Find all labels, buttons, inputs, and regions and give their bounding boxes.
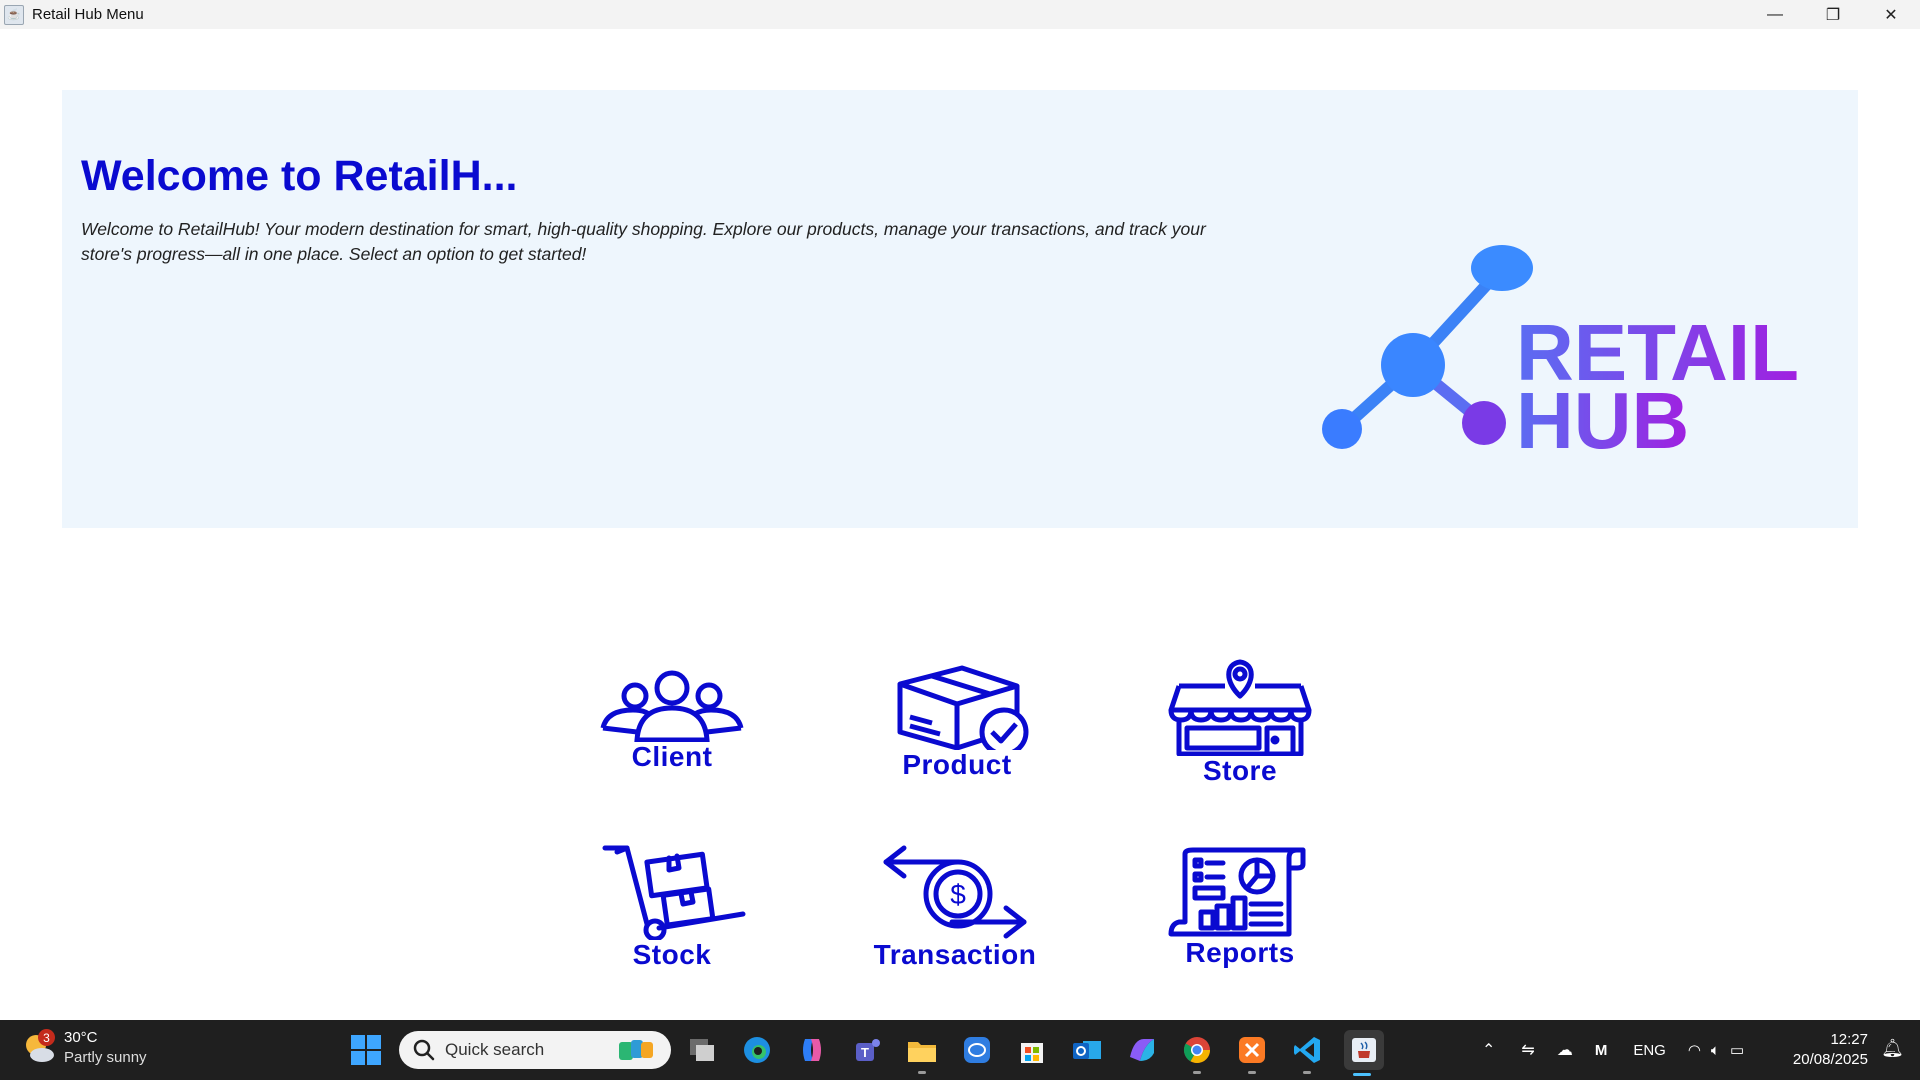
clock-date: 20/08/2025	[1792, 1051, 1868, 1068]
file-explorer-icon	[908, 1042, 936, 1062]
store-app-button[interactable]	[1014, 1032, 1050, 1068]
retail-hub-logo: RETAIL HUB	[1322, 245, 1799, 465]
task-view-icon	[690, 1039, 714, 1061]
chevron-up-icon[interactable]: ⌃	[1482, 1040, 1495, 1060]
search-highlight-icon	[619, 1040, 653, 1060]
weather-badge: 3	[38, 1029, 55, 1046]
svg-text:T: T	[861, 1045, 869, 1060]
java-app-button[interactable]	[1344, 1030, 1384, 1076]
client-menu-button[interactable]: Client	[592, 668, 752, 772]
product-label: Product	[902, 749, 1012, 780]
package-check-icon	[897, 665, 1029, 750]
system-tray: ⌃ ⇋ ☁ M ENG ◠ 🔈︎ ▭	[1468, 1020, 1744, 1080]
store-app-icon	[1021, 1043, 1043, 1063]
reports-label: Reports	[1185, 937, 1295, 968]
weather-temp: 30°C	[64, 1029, 98, 1046]
clock-time: 12:27	[1830, 1031, 1868, 1048]
teams-icon: T	[856, 1039, 880, 1061]
start-button[interactable]	[351, 1035, 381, 1065]
volume-icon[interactable]: 🔈︎	[1711, 1042, 1720, 1059]
clock[interactable]: 12:27 20/08/2025	[1793, 1030, 1868, 1070]
window-controls: — ❐ ✕	[1746, 0, 1920, 29]
java-app-icon: ☕	[4, 4, 24, 25]
weather-condition: Partly sunny	[64, 1049, 147, 1066]
report-chart-icon	[1168, 847, 1306, 937]
transaction-menu-button[interactable]: $ Transaction	[850, 844, 1060, 970]
logo-text-hub: HUB	[1516, 376, 1689, 465]
file-explorer-button[interactable]	[904, 1032, 940, 1074]
product-menu-button[interactable]: Product	[872, 662, 1042, 780]
client-label: Client	[631, 741, 713, 772]
taskbar-search[interactable]: Quick search	[399, 1031, 671, 1069]
minimize-button[interactable]: —	[1746, 0, 1804, 29]
users-group-icon	[600, 670, 744, 742]
store-menu-button[interactable]: Store	[1160, 658, 1320, 786]
welcome-heading: Welcome to RetailH...	[81, 152, 518, 200]
xampp-button[interactable]	[1234, 1032, 1270, 1074]
edge-icon	[744, 1037, 770, 1063]
performance-icon[interactable]: M	[1595, 1042, 1608, 1059]
vscode-icon	[1294, 1037, 1320, 1063]
search-placeholder: Quick search	[445, 1040, 545, 1059]
maximize-button[interactable]: ❐	[1804, 0, 1862, 29]
welcome-description: Welcome to RetailHub! Your modern destin…	[81, 219, 1206, 264]
edge-button[interactable]	[739, 1032, 775, 1068]
chrome-button[interactable]	[1179, 1032, 1215, 1074]
chat-button[interactable]	[959, 1032, 995, 1068]
money-exchange-icon: $	[883, 845, 1027, 939]
chat-icon	[964, 1037, 990, 1063]
taskbar: 3 30°C Partly sunny Quick search T ⌃ ⇋ ☁…	[0, 1020, 1920, 1080]
partly-sunny-icon: 3	[22, 1029, 56, 1065]
wifi-icon[interactable]: ◠	[1688, 1041, 1701, 1059]
stock-label: Stock	[632, 939, 712, 970]
hand-truck-icon	[602, 845, 746, 940]
outlook-button[interactable]	[1069, 1032, 1105, 1068]
vscode-button[interactable]	[1289, 1032, 1325, 1074]
store-label: Store	[1202, 755, 1278, 786]
settings-sliders-icon[interactable]: ⇋	[1521, 1040, 1534, 1060]
java-app-icon	[1352, 1038, 1376, 1062]
reports-menu-button[interactable]: Reports	[1160, 846, 1320, 968]
chrome-icon	[1183, 1037, 1211, 1064]
weather-widget[interactable]: 3 30°C Partly sunny	[22, 1028, 147, 1068]
storefront-icon	[1168, 659, 1312, 756]
svg-text:$: $	[950, 879, 966, 910]
m365-icon	[1130, 1039, 1154, 1061]
m365-button[interactable]	[1124, 1032, 1160, 1068]
window-title: Retail Hub Menu	[32, 6, 144, 23]
teams-button[interactable]: T	[849, 1032, 885, 1068]
battery-icon[interactable]: ▭	[1730, 1041, 1744, 1059]
search-icon	[413, 1039, 435, 1061]
close-button[interactable]: ✕	[1862, 0, 1920, 29]
copilot-button[interactable]	[794, 1032, 830, 1068]
language-indicator[interactable]: ENG	[1633, 1042, 1666, 1059]
task-view-button[interactable]	[684, 1032, 720, 1068]
xampp-icon	[1239, 1037, 1265, 1063]
copilot-icon	[803, 1039, 821, 1061]
transaction-label: Transaction	[873, 939, 1037, 970]
welcome-banner: Welcome to RetailH... Welcome to RetailH…	[62, 90, 1858, 528]
notifications-icon[interactable]: 🔔︎	[1881, 1038, 1904, 1059]
outlook-icon	[1073, 1041, 1101, 1059]
stock-menu-button[interactable]: Stock	[592, 844, 752, 970]
window-titlebar: ☕ Retail Hub Menu — ❐ ✕	[0, 0, 1920, 29]
cloud-sync-icon[interactable]: ☁	[1557, 1040, 1573, 1060]
